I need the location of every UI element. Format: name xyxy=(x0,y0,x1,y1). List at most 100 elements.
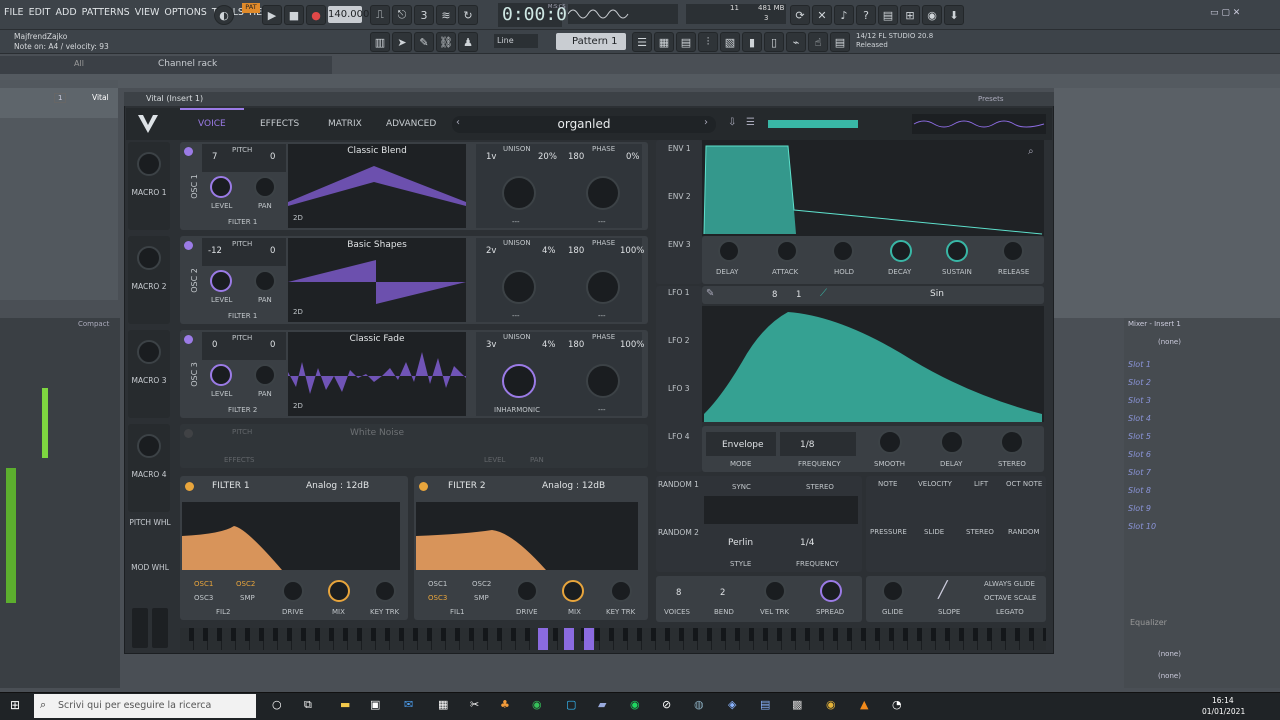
filter-2-keytrack-knob[interactable] xyxy=(610,580,632,602)
app6-icon[interactable]: ▩ xyxy=(792,698,802,711)
osc-3-unison-pct[interactable]: 4% xyxy=(542,340,556,350)
fx-slot[interactable]: Slot 9 xyxy=(1128,500,1156,518)
preset-next-icon[interactable]: › xyxy=(704,117,708,128)
macro-2-knob[interactable] xyxy=(137,246,161,270)
arrow-icon[interactable]: ➤ xyxy=(392,32,412,52)
osc-1-transpose[interactable]: 7 xyxy=(212,152,217,162)
random-stereo[interactable]: STEREO xyxy=(806,483,834,491)
menu-patterns[interactable]: PATTERNS xyxy=(82,7,130,18)
random-2-tab[interactable]: RANDOM 2 xyxy=(658,528,699,537)
steam-icon[interactable]: ◍ xyxy=(694,698,704,711)
record-button[interactable]: ● xyxy=(306,5,326,25)
reset-icon[interactable]: ⟳ xyxy=(790,5,810,25)
sample-name[interactable]: White Noise xyxy=(292,428,462,438)
pitch-wheel[interactable] xyxy=(132,608,148,648)
download-icon[interactable]: ⬇ xyxy=(944,5,964,25)
macro-4-knob[interactable] xyxy=(137,434,161,458)
osc-2-voices[interactable]: 2v xyxy=(486,246,496,256)
tab-effects[interactable]: EFFECTS xyxy=(260,119,299,129)
osc-2-wavetable[interactable] xyxy=(288,238,466,322)
osc-1-distortion[interactable]: --- xyxy=(598,218,606,226)
osc-1-detune-knob[interactable] xyxy=(502,176,536,210)
fx-slot[interactable]: Slot 10 xyxy=(1128,518,1156,536)
mail-icon[interactable]: ✉ xyxy=(404,698,413,711)
random-sync[interactable]: SYNC xyxy=(732,483,751,491)
random-frequency[interactable]: 1/4 xyxy=(800,538,814,548)
pat-song-toggle[interactable]: PAT xyxy=(242,3,260,13)
fx-slot[interactable]: Slot 7 xyxy=(1128,464,1156,482)
filter-2-drive-knob[interactable] xyxy=(516,580,538,602)
whatsapp-icon[interactable]: ◉ xyxy=(532,698,542,711)
menu-file[interactable]: FILE xyxy=(4,7,24,18)
piano-icon[interactable]: ▦ xyxy=(654,32,674,52)
channel-filter[interactable]: All xyxy=(74,59,84,68)
filter-1-src-osc3[interactable]: OSC3 xyxy=(194,594,213,602)
osc-1-toggle[interactable] xyxy=(184,147,193,156)
osc-3-phase[interactable]: 180 xyxy=(568,340,584,350)
vital-title-bar[interactable]: Vital (Insert 1) xyxy=(124,92,1054,106)
osc-3-spectral[interactable]: INHARMONIC xyxy=(494,406,540,414)
capcut-icon[interactable]: ✂ xyxy=(470,698,479,711)
fl-studio-icon[interactable]: ♣ xyxy=(500,698,510,711)
osc-3-phase-pct[interactable]: 100% xyxy=(620,340,644,350)
mod-wheel[interactable] xyxy=(152,608,168,648)
filter-1-drive-knob[interactable] xyxy=(282,580,304,602)
lfo-frequency-select[interactable] xyxy=(780,432,856,456)
spread-knob[interactable] xyxy=(820,580,842,602)
link-icon[interactable]: ⛓ xyxy=(436,32,456,52)
tempo-display[interactable]: 140.000 xyxy=(328,6,369,23)
menu-icon[interactable]: ☰ xyxy=(746,117,755,128)
fx-slot[interactable]: Slot 1 xyxy=(1128,356,1156,374)
app-icon[interactable]: ▦ xyxy=(438,698,448,711)
slope-icon[interactable]: ╱ xyxy=(938,580,948,599)
menu-edit[interactable]: EDIT xyxy=(29,7,51,18)
touch-icon[interactable]: ☝ xyxy=(808,32,828,52)
osc-2-tune[interactable]: 0 xyxy=(270,246,275,256)
osc-1-wave-name[interactable]: Classic Blend xyxy=(292,146,462,156)
output-none[interactable]: (none) xyxy=(1158,650,1181,658)
osc-3-pan-knob[interactable] xyxy=(254,364,276,386)
app3-icon[interactable]: ⊘ xyxy=(662,698,671,711)
filter-1-toggle[interactable] xyxy=(185,482,194,491)
osc-2-phase[interactable]: 180 xyxy=(568,246,584,256)
osc-1-unison-pct[interactable]: 20% xyxy=(538,152,557,162)
osc-1-distortion-knob[interactable] xyxy=(586,176,620,210)
browser-icon[interactable]: ▧ xyxy=(720,32,740,52)
osc-3-wavetable[interactable] xyxy=(288,332,466,416)
filter-2-chain[interactable]: FIL1 xyxy=(450,608,464,616)
osc-3-distortion[interactable]: --- xyxy=(598,406,606,414)
filter-1-src-osc1[interactable]: OSC1 xyxy=(194,580,213,588)
osc-2-toggle[interactable] xyxy=(184,241,193,250)
mod-source-oct-note[interactable]: OCT NOTE xyxy=(1006,480,1042,488)
menu-add[interactable]: ADD xyxy=(56,7,77,18)
osc-2-phase-pct[interactable]: 100% xyxy=(620,246,644,256)
store-icon[interactable]: ▣ xyxy=(370,698,380,711)
osc-2-filter-route[interactable]: FILTER 1 xyxy=(228,312,257,320)
menu-view[interactable]: VIEW xyxy=(135,7,160,18)
files-icon[interactable]: ▯ xyxy=(764,32,784,52)
help-icon[interactable]: ? xyxy=(856,5,876,25)
mod-source-velocity[interactable]: VELOCITY xyxy=(918,480,952,488)
save-icon[interactable]: ⇩ xyxy=(728,117,736,128)
microphone-icon[interactable]: ♪ xyxy=(834,5,854,25)
filter-2-src-smp[interactable]: SMP xyxy=(474,594,489,602)
lfo-delay-knob[interactable] xyxy=(940,430,964,454)
env-decay-knob[interactable] xyxy=(890,240,912,262)
mod-source-random[interactable]: RANDOM xyxy=(1008,528,1040,536)
blend-notes-icon[interactable]: ≋ xyxy=(436,5,456,25)
osc-1-tune[interactable]: 0 xyxy=(270,152,275,162)
fx-slot[interactable]: Slot 2 xyxy=(1128,374,1156,392)
osc-3-inharmonic-knob[interactable] xyxy=(502,364,536,398)
random-graph[interactable] xyxy=(704,496,858,524)
osc-1-pan-knob[interactable] xyxy=(254,176,276,198)
fx-slot[interactable]: Slot 8 xyxy=(1128,482,1156,500)
zoom-icon[interactable]: ⌕ xyxy=(1028,146,1034,157)
random-1-tab[interactable]: RANDOM 1 xyxy=(658,480,699,489)
osc-3-level-knob[interactable] xyxy=(210,364,232,386)
velocity-track-knob[interactable] xyxy=(764,580,786,602)
bend-value[interactable]: 2 xyxy=(720,588,725,598)
piano-roll-icon[interactable]: ▥ xyxy=(370,32,390,52)
countdown-icon[interactable]: 3 xyxy=(414,5,434,25)
fx-slot[interactable]: Slot 4 xyxy=(1128,410,1156,428)
env-2-tab[interactable]: ENV 2 xyxy=(668,192,691,201)
